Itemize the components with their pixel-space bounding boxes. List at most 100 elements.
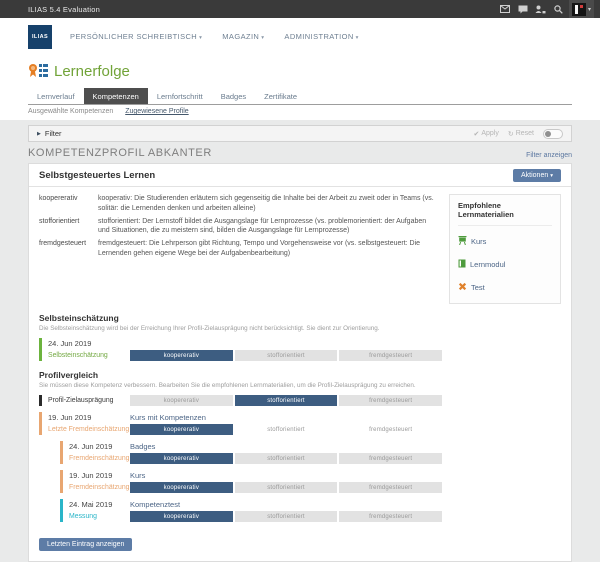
caret-down-icon: ▾ (550, 173, 553, 179)
filter-toggle[interactable] (543, 129, 563, 139)
filter-reset-button[interactable]: ↻ Reset (508, 130, 534, 138)
level-segment: stofforientiert (235, 350, 338, 361)
competence-panel: Selbstgesteuertes Lernen Aktionen▾ koope… (28, 163, 572, 562)
subtab[interactable]: Ausgewählte Kompetenzen (28, 108, 113, 115)
filter-apply-button[interactable]: ✔ Apply (473, 130, 498, 138)
competence-title: Selbstgesteuertes Lernen (39, 170, 155, 181)
level-segment: stofforientiert (235, 511, 338, 522)
entry-date: 24. Jun 2019 (48, 338, 130, 350)
level-segment: koopererativ (130, 453, 233, 464)
entry-title-link[interactable]: Badges (130, 441, 561, 453)
tab-lernfortschritt[interactable]: Lernfortschritt (148, 88, 212, 104)
self-assessment-note: Die Selbsteinschätzung wird bei der Erre… (39, 325, 561, 332)
profile-title-row: KOMPETENZPROFIL ABKANTER Filter anzeigen (28, 147, 572, 159)
installation-title: ILIAS 5.4 Evaluation (28, 5, 100, 14)
definition-row: fremdgesteuertfremdgesteuert: Die Lehrpe… (39, 239, 439, 259)
search-icon[interactable] (551, 0, 567, 18)
check-icon: ✔ (473, 130, 479, 138)
course-icon (458, 232, 467, 250)
level-term: fremdgesteuert (39, 239, 98, 259)
level-segment: stofforientiert (235, 395, 338, 406)
caret-down-icon: ▾ (199, 35, 202, 41)
material-link[interactable]: Lernmodul (470, 260, 505, 269)
user-avatar[interactable]: ▾ (569, 0, 594, 18)
tabs-bar: LernverlaufKompetenzenLernfortschrittBad… (0, 88, 600, 105)
caret-right-icon: ▶ (37, 131, 41, 137)
level-bar: koopererativstofforientiertfremdgesteuer… (130, 453, 442, 464)
tab-badges[interactable]: Badges (212, 88, 255, 104)
filter-expander[interactable]: ▶ Filter (37, 129, 62, 138)
main-nav: ILIAS PERSÖNLICHER SCHREIBTISCH▾ MAGAZIN▾… (0, 18, 600, 55)
entry-title-link[interactable]: Kurs mit Kompetenzen (130, 412, 561, 424)
entry-type-label: Fremdeinschätzung (69, 482, 130, 493)
entry-title-link[interactable]: Kurs (130, 470, 561, 482)
main-menu-item[interactable]: MAGAZIN▾ (222, 32, 264, 41)
spacer (130, 338, 561, 350)
material-link[interactable]: Kurs (471, 237, 486, 246)
level-term: stofforientiert (39, 217, 98, 237)
level-segment: koopererativ (130, 482, 233, 493)
content-area: ▶ Filter ✔ Apply ↻ Reset KOMPETENZPROFIL… (0, 120, 600, 562)
materials-title: Empfohlene Lernmaterialien (458, 201, 552, 226)
level-segment: stofforientiert (235, 424, 338, 435)
level-segment: fremdgesteuert (339, 395, 442, 406)
filter-bar: ▶ Filter ✔ Apply ↻ Reset (28, 125, 572, 142)
filter-actions: ✔ Apply ↻ Reset (473, 129, 563, 139)
entry-detail: Kurskoopererativstofforientiertfremdgest… (130, 470, 561, 493)
materials-list: Kurs Lernmodul Test (458, 232, 552, 296)
learning-achievements-icon (28, 63, 48, 81)
page-title: Lernerfolge (54, 63, 130, 80)
tab-lernverlauf[interactable]: Lernverlauf (28, 88, 84, 104)
level-bar: koopererativstofforientiertfremdgesteuer… (130, 350, 442, 361)
panel-body: koopererativkooperativ: Die Studierenden… (29, 187, 571, 553)
material-item[interactable]: Lernmodul (458, 255, 552, 273)
subtab[interactable]: Zugewiesene Profile (125, 108, 188, 115)
tab-kompetenzen[interactable]: Kompetenzen (84, 88, 148, 104)
page-header: Lernerfolge (0, 55, 600, 88)
level-segment: fremdgesteuert (339, 453, 442, 464)
entry-date: 19. Jun 2019 (48, 412, 130, 424)
subtabs: Ausgewählte Kompetenzen Zugewiesene Profi… (0, 105, 600, 120)
ilias-logo[interactable]: ILIAS (28, 25, 52, 49)
tab-zertifikate[interactable]: Zertifikate (255, 88, 306, 104)
entry-meta: 24. Jun 2019Selbsteinschätzung (48, 338, 130, 361)
material-link[interactable]: Test (471, 283, 485, 292)
level-segment: fremdgesteuert (339, 350, 442, 361)
level-term: koopererativ (39, 194, 98, 214)
recommended-materials-box: Empfohlene Lernmaterialien Kurs Lernmodul… (449, 194, 561, 304)
level-definition: stofforientiert: Der Lernstoff bildet di… (98, 217, 439, 237)
online-users-icon[interactable] (533, 0, 549, 18)
material-item[interactable]: Test (458, 278, 552, 296)
topbar-icons: ▾ (497, 0, 594, 18)
show-last-entry-button[interactable]: Letzten Eintrag anzeigen (39, 538, 132, 551)
timeline-entry: 19. Jun 2019FremdeinschätzungKurskoopere… (60, 470, 561, 493)
level-segment: koopererativ (130, 395, 233, 406)
level-segment: koopererativ (130, 424, 233, 435)
self-assessment-heading: Selbsteinschätzung (39, 313, 561, 323)
timeline-entry: Profil-Zielausprägungkoopererativstoffor… (39, 395, 561, 406)
timeline-entry: 24. Jun 2019FremdeinschätzungBadgeskoope… (60, 441, 561, 464)
entry-meta: Profil-Zielausprägung (48, 395, 130, 406)
main-menu-item[interactable]: PERSÖNLICHER SCHREIBTISCH▾ (70, 32, 202, 41)
actions-button[interactable]: Aktionen▾ (513, 169, 561, 182)
chat-icon[interactable] (515, 0, 531, 18)
avatar-image (572, 3, 586, 16)
entry-type-label: Messung (69, 511, 130, 522)
material-item[interactable]: Kurs (458, 232, 552, 250)
tabs: LernverlaufKompetenzenLernfortschrittBad… (28, 88, 572, 105)
level-segment: fremdgesteuert (339, 482, 442, 493)
entry-meta: 24. Jun 2019Fremdeinschätzung (69, 441, 130, 464)
entry-detail: Badgeskoopererativstofforientiertfremdge… (130, 441, 561, 464)
self-assessment-entries: 24. Jun 2019Selbsteinschätzungkoopererat… (39, 338, 561, 361)
main-menu-item[interactable]: ADMINISTRATION▾ (284, 32, 358, 41)
caret-down-icon: ▾ (588, 6, 591, 13)
level-segment: stofforientiert (235, 453, 338, 464)
entry-detail: koopererativstofforientiertfremdgesteuer… (130, 395, 561, 406)
reset-icon: ↻ (508, 130, 514, 138)
entry-title-link[interactable]: Kompetenztest (130, 499, 561, 511)
show-filter-link[interactable]: Filter anzeigen (526, 152, 572, 159)
mail-icon[interactable] (497, 0, 513, 18)
test-icon (458, 278, 467, 296)
definition-row: koopererativkooperativ: Die Studierenden… (39, 194, 439, 214)
profile-comparison-heading: Profilvergleich (39, 370, 561, 380)
